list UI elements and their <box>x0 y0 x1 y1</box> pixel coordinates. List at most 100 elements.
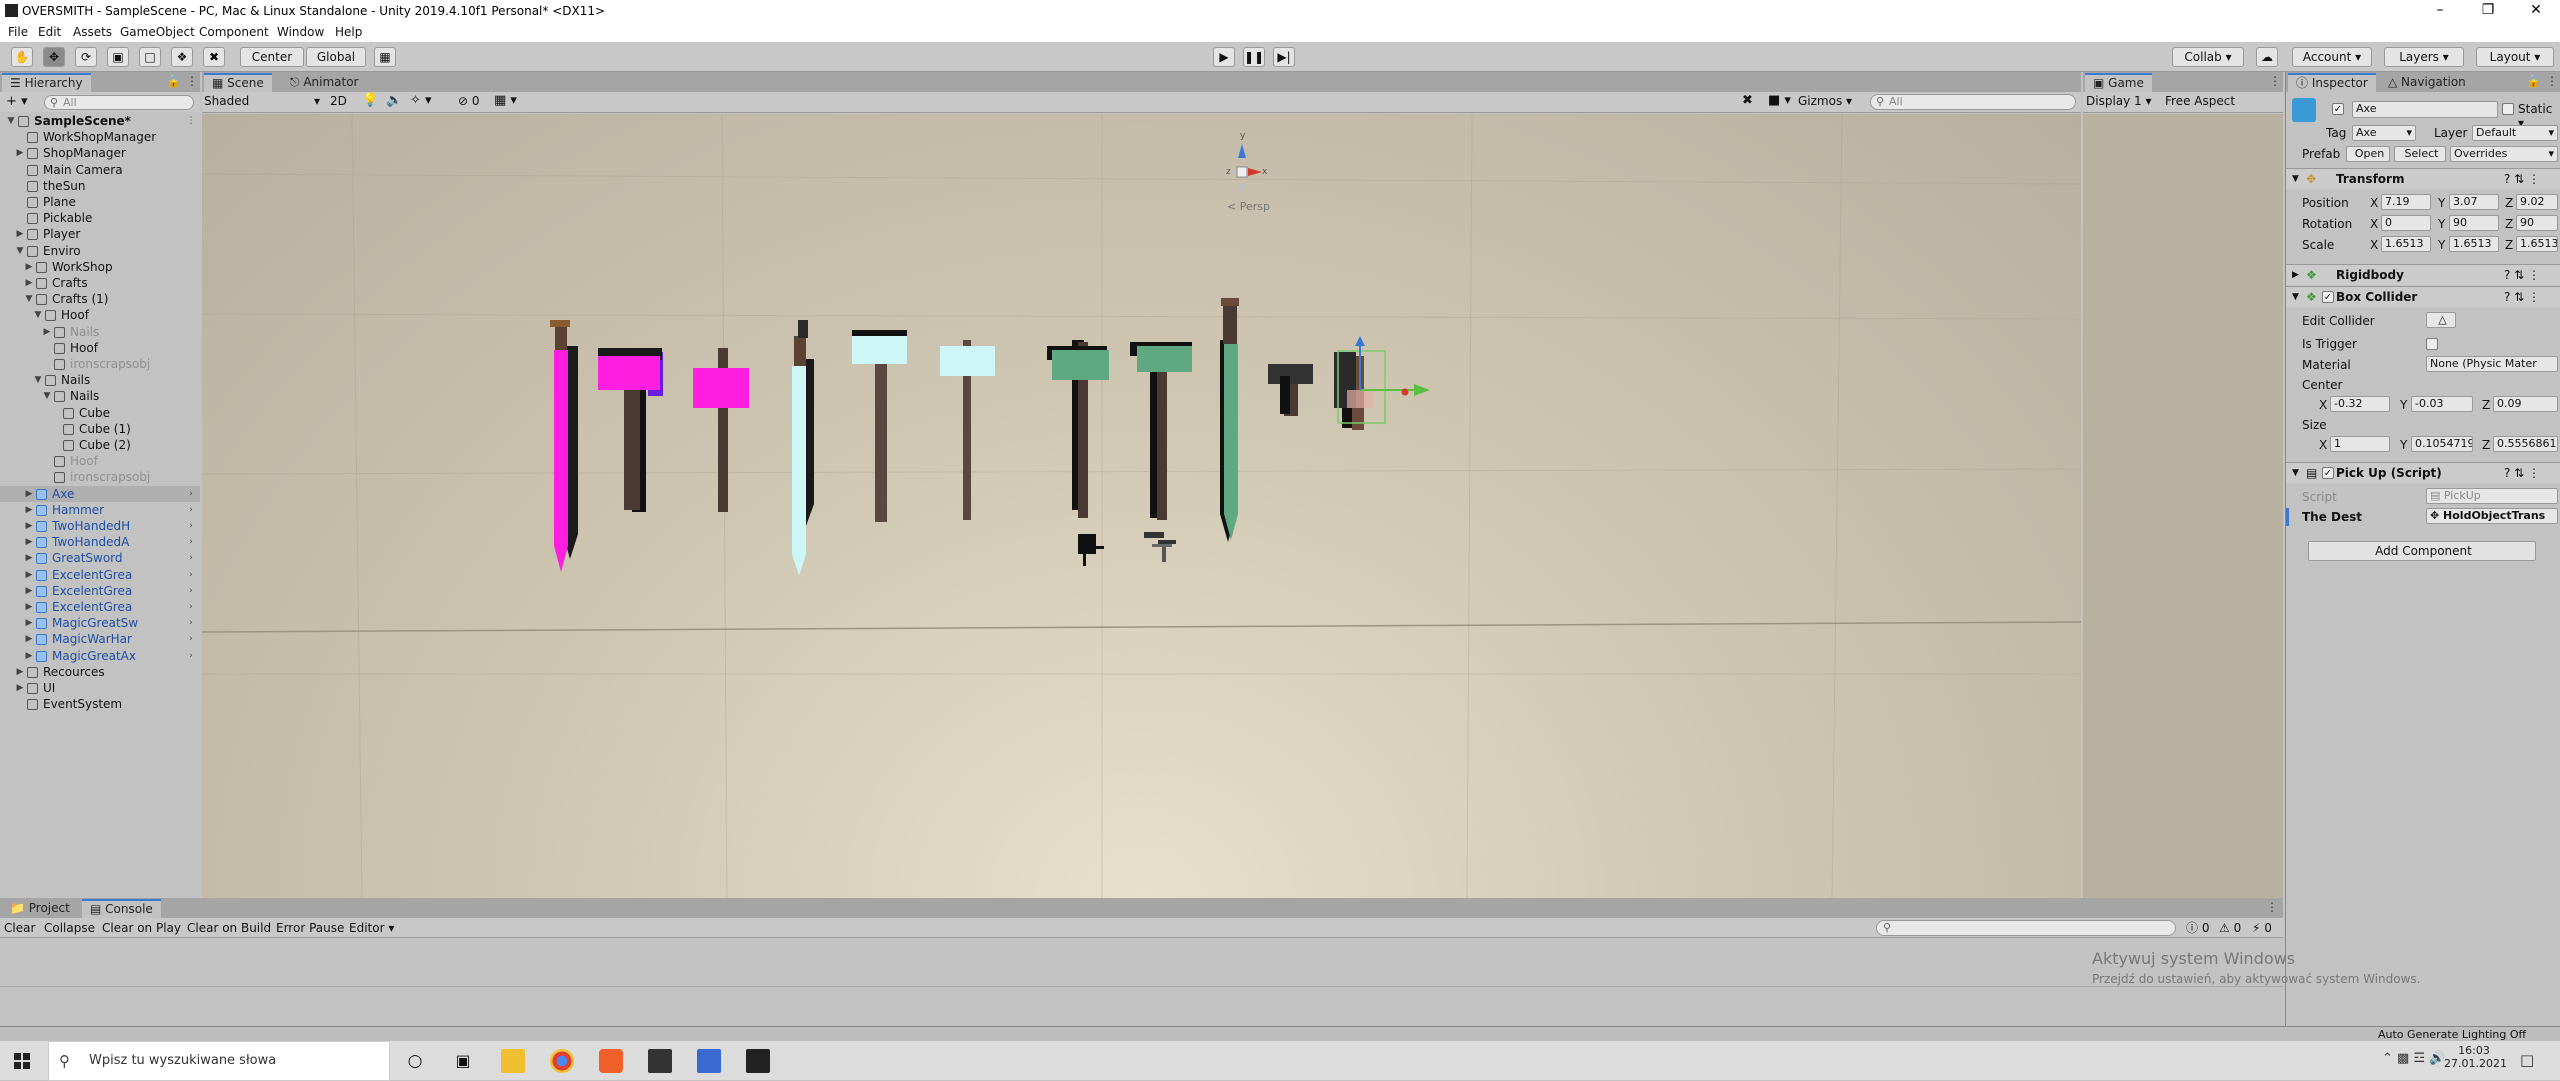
hierarchy-row[interactable]: ▶ MagicGreatSw › <box>0 615 200 631</box>
layout-dropdown[interactable]: Layout ▾ <box>2476 47 2554 67</box>
hierarchy-row[interactable]: Plane <box>0 194 200 210</box>
brave-icon[interactable] <box>599 1049 623 1073</box>
gizmos-dropdown[interactable]: Gizmos ▾ <box>1798 94 1852 108</box>
menu-component[interactable]: Component <box>199 25 269 39</box>
tab-scene[interactable]: ▦ Scene <box>204 73 272 92</box>
size-x-field[interactable]: 1 <box>2330 436 2390 452</box>
hierarchy-row[interactable]: ▶ ExcelentGrea › <box>0 599 200 615</box>
transform-foldout-icon[interactable]: ▼ <box>2292 169 2299 190</box>
scale-y-field[interactable]: 1.6513 <box>2449 236 2499 252</box>
hierarchy-row[interactable]: ▶ TwoHandedH › <box>0 518 200 534</box>
file-explorer-icon[interactable] <box>501 1049 525 1073</box>
media-app-icon[interactable] <box>648 1049 672 1073</box>
hierarchy-row[interactable]: ▶ Crafts <box>0 275 200 291</box>
expand-arrow-icon[interactable]: ▶ <box>15 680 25 696</box>
custom-tool-icon[interactable]: ✖ <box>203 47 225 67</box>
hierarchy-search-input[interactable]: ⚲ All <box>44 95 194 110</box>
object-name-field[interactable]: Axe <box>2352 101 2498 118</box>
inspector-menu-icon[interactable]: ⋮ <box>2546 74 2558 88</box>
dest-field[interactable]: ✥ HoldObjectTrans <box>2426 508 2558 524</box>
collapse-button[interactable]: Collapse <box>40 918 99 938</box>
hierarchy-row[interactable]: Pickable <box>0 210 200 226</box>
rigidbody-help-icon[interactable]: ? ⇅ ⋮ <box>2504 265 2540 286</box>
tab-inspector[interactable]: ⓘ Inspector <box>2288 73 2376 92</box>
pause-icon[interactable]: ❚❚ <box>1243 47 1265 67</box>
hierarchy-row[interactable]: ▶ Axe › <box>0 485 200 502</box>
transform-tool-icon[interactable]: ❖ <box>171 47 193 67</box>
orientation-gizmo[interactable]: y x z <box>1226 131 1268 196</box>
account-dropdown[interactable]: Account ▾ <box>2292 47 2372 67</box>
hierarchy-row[interactable]: ▶ TwoHandedA › <box>0 534 200 550</box>
cortana-icon[interactable]: ○ <box>403 1049 427 1073</box>
hierarchy-row[interactable]: Hoof <box>0 340 200 356</box>
box-collider-foldout-icon[interactable]: ▼ <box>2292 287 2299 308</box>
rotation-y-field[interactable]: 90 <box>2449 215 2499 231</box>
collapse-arrow-icon[interactable]: ▼ <box>42 388 52 404</box>
pickup-header[interactable]: ▼ ▤ ✓ Pick Up (Script) ? ⇅ ⋮ <box>2286 462 2560 483</box>
transform-header[interactable]: ▼ ✥ Transform ? ⇅ ⋮ <box>2286 168 2560 189</box>
open-prefab-chevron-icon[interactable]: › <box>186 534 196 550</box>
hierarchy-row[interactable]: Cube (2) <box>0 437 200 453</box>
tab-navigation[interactable]: △ Navigation <box>2380 73 2474 92</box>
notifications-icon[interactable]: □ <box>2520 1051 2534 1069</box>
expand-arrow-icon[interactable]: ▶ <box>24 615 34 631</box>
mode-2d-toggle[interactable]: 2D <box>330 94 347 108</box>
tab-console[interactable]: ▤ Console <box>82 899 161 918</box>
hierarchy-row[interactable]: Cube <box>0 405 200 421</box>
active-checkbox[interactable]: ✓ <box>2332 103 2344 115</box>
unity-taskbar-icon[interactable] <box>746 1049 770 1073</box>
expand-arrow-icon[interactable]: ▶ <box>24 567 34 583</box>
display-dropdown[interactable]: Display 1 ▾ <box>2086 94 2152 108</box>
hierarchy-row[interactable]: ▶ ExcelentGrea › <box>0 567 200 583</box>
panel-menu-icon[interactable]: ⋮ <box>186 74 198 88</box>
box-collider-enabled-checkbox[interactable]: ✓ <box>2322 291 2334 303</box>
hidden-objects-toggle[interactable]: ⊘ 0 <box>458 94 480 108</box>
clock[interactable]: 16:03 27.01.2021 <box>2444 1044 2507 1070</box>
warning-count-toggle[interactable]: ⚠ 0 <box>2215 918 2245 938</box>
pivot-global-button[interactable]: Global <box>306 47 366 67</box>
menu-file[interactable]: File <box>8 25 28 39</box>
minimize-icon[interactable]: – <box>2420 2 2460 20</box>
scene-search-input[interactable]: ⚲ All <box>1870 94 2076 110</box>
open-prefab-chevron-icon[interactable]: › <box>186 599 196 615</box>
size-z-field[interactable]: 0.5556861 <box>2493 436 2558 452</box>
grid-dropdown-icon[interactable]: ▦ ▾ <box>494 93 517 108</box>
grid-snap-icon[interactable]: ▦ <box>374 47 396 67</box>
clear-on-play-button[interactable]: Clear on Play <box>98 918 185 938</box>
layers-dropdown[interactable]: Layers ▾ <box>2384 47 2464 67</box>
maximize-icon[interactable]: ❐ <box>2468 2 2508 20</box>
hierarchy-row[interactable]: ▶ Nails <box>0 324 200 340</box>
position-z-field[interactable]: 9.02 <box>2516 194 2558 210</box>
scene-viewport[interactable]: y x z < Persp <box>202 114 2081 898</box>
clear-button[interactable]: Clear <box>0 918 39 938</box>
add-component-button[interactable]: Add Component <box>2308 541 2536 561</box>
hierarchy-row[interactable]: ▼ Enviro <box>0 243 200 259</box>
scale-z-field[interactable]: 1.6513 <box>2516 236 2558 252</box>
expand-arrow-icon[interactable]: ▶ <box>24 486 34 502</box>
pivot-center-button[interactable]: Center <box>240 47 304 67</box>
hierarchy-row[interactable]: ironscrapsobj <box>0 356 200 372</box>
document-app-icon[interactable] <box>697 1049 721 1073</box>
expand-arrow-icon[interactable]: ▶ <box>24 275 34 291</box>
expand-arrow-icon[interactable]: ▶ <box>15 145 25 161</box>
tag-dropdown[interactable]: Axe ▾ <box>2352 125 2416 141</box>
expand-arrow-icon[interactable]: ▶ <box>15 664 25 680</box>
hierarchy-row[interactable]: ▶ Player <box>0 226 200 242</box>
hierarchy-row[interactable]: ▶ WorkShop <box>0 259 200 275</box>
windows-start-icon[interactable] <box>14 1053 30 1069</box>
hand-tool-icon[interactable]: ✋ <box>11 47 33 67</box>
pickup-help-icon[interactable]: ? ⇅ ⋮ <box>2504 463 2540 484</box>
edit-collider-button[interactable]: △ <box>2426 312 2456 328</box>
task-view-icon[interactable]: ▣ <box>451 1049 475 1073</box>
open-prefab-chevron-icon[interactable]: › <box>186 631 196 647</box>
game-view[interactable] <box>2083 114 2283 898</box>
hierarchy-row[interactable]: ▶ MagicWarHar › <box>0 631 200 647</box>
layer-dropdown[interactable]: Default ▾ <box>2472 125 2558 141</box>
prefab-open-button[interactable]: Open <box>2346 146 2390 162</box>
tab-hierarchy[interactable]: ☰ Hierarchy <box>2 73 91 92</box>
tray-icons[interactable]: ⌃ ▩ ☲ 🔊 <box>2382 1051 2445 1066</box>
menu-window[interactable]: Window <box>277 25 324 39</box>
tools-icon[interactable]: ✖ <box>1742 93 1753 108</box>
position-x-field[interactable]: 7.19 <box>2381 194 2431 210</box>
open-prefab-chevron-icon[interactable]: › <box>186 615 196 631</box>
